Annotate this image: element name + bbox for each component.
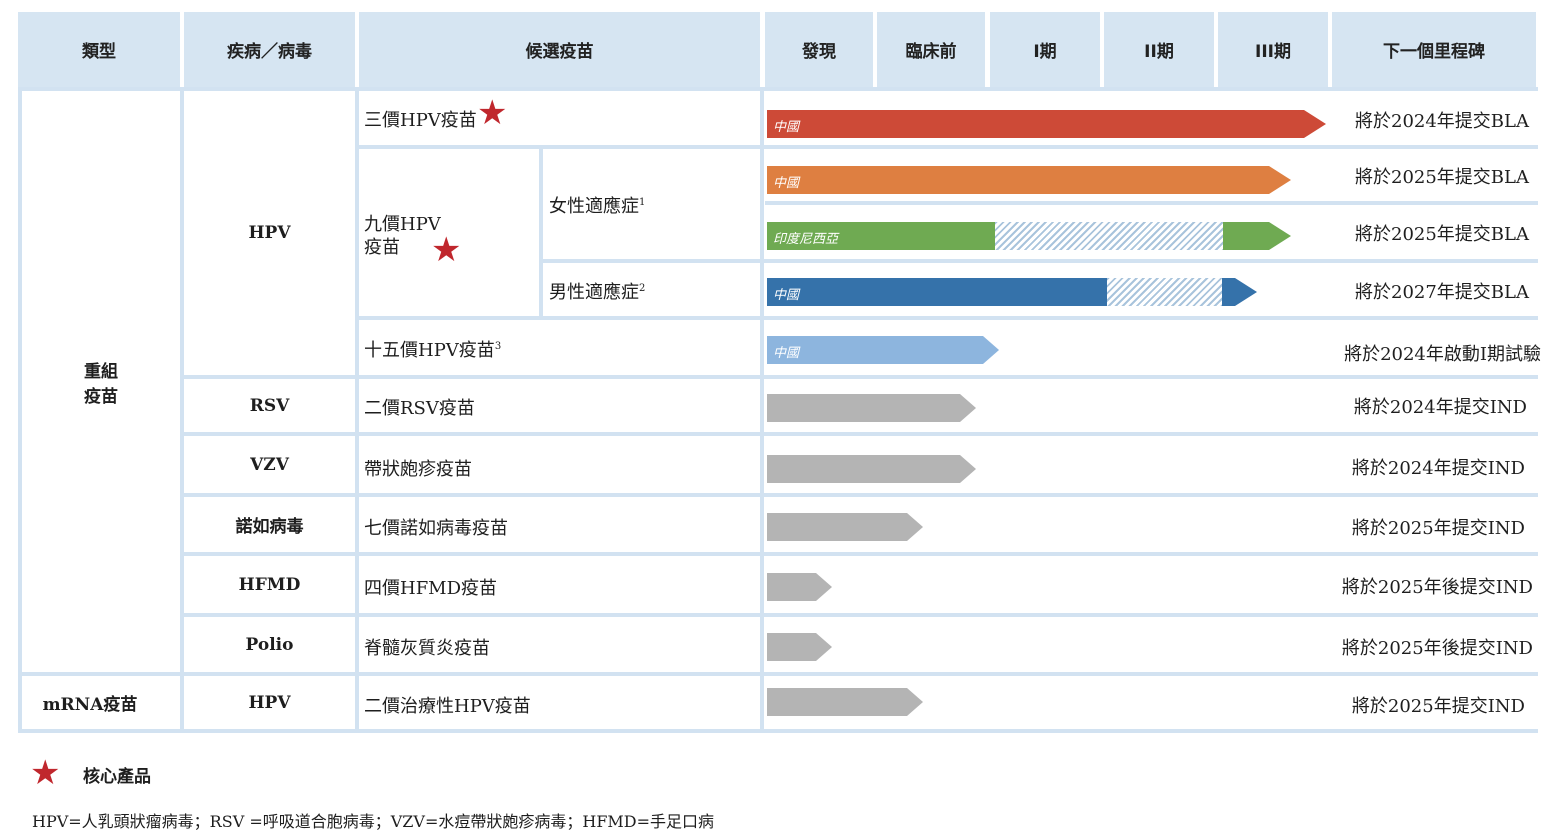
- disease-norovirus: 諾如病毒: [235, 517, 304, 537]
- grid-line: [359, 316, 1538, 320]
- candidate-hpv15-label: 十五價HPV疫苗: [364, 340, 495, 361]
- header-phase1: I期: [990, 12, 1100, 87]
- type-recombinant-line1: 重組: [84, 361, 118, 382]
- grid-line: [359, 145, 1538, 149]
- grid-line: [18, 729, 1538, 733]
- candidate-hpv9-female-label: 女性適應症: [549, 196, 639, 217]
- legend-core-product: 核心產品: [83, 767, 151, 787]
- header-discovery: 發現: [765, 12, 873, 87]
- progress-bar-hpv9-female-id: 印度尼西亞: [767, 222, 1291, 250]
- footnote-marker: 2: [639, 283, 646, 294]
- grid-line: [355, 87, 359, 733]
- progress-bar-polio: [767, 633, 832, 661]
- grid-line: [184, 613, 1538, 617]
- milestone-hpv9-male: 將於2027年提交BLA: [1355, 282, 1529, 303]
- header-phase2: II期: [1104, 12, 1214, 87]
- candidate-noro7: 七價諾如病毒疫苗: [364, 518, 508, 539]
- progress-bar-hfmd4: [767, 573, 832, 601]
- header-phase3: III期: [1218, 12, 1328, 87]
- milestone-therapeutic: 將於2025年提交IND: [1351, 696, 1525, 717]
- candidate-hfmd4: 四價HFMD疫苗: [364, 578, 498, 599]
- footnote-marker: 3: [494, 341, 502, 352]
- bar-label-region: 中國: [773, 120, 800, 135]
- bar-label-region: 中國: [773, 176, 800, 191]
- disease-rsv: RSV: [249, 395, 290, 416]
- progress-bar-hpv9-male: 中國: [767, 278, 1257, 306]
- candidate-zoster: 帶狀皰疹疫苗: [364, 459, 472, 480]
- abbreviation-footnote: HPV=人乳頭狀瘤病毒；RSV =呼吸道合胞病毒；VZV=水痘帶狀皰疹病毒；HF…: [32, 812, 715, 831]
- candidate-hpv9-male: 男性適應症2: [549, 278, 645, 304]
- grid-line: [760, 87, 764, 733]
- candidate-rsv2: 二價RSV疫苗: [364, 398, 475, 419]
- grid-line: [184, 375, 1538, 379]
- candidate-hpv15: 十五價HPV疫苗3: [364, 336, 501, 362]
- candidate-polio: 脊髓灰質炎疫苗: [364, 638, 490, 659]
- milestone-rsv2: 將於2024年提交IND: [1353, 397, 1527, 418]
- milestone-noro7: 將於2025年提交IND: [1351, 518, 1525, 539]
- grid-line: [765, 201, 1538, 205]
- disease-hpv: HPV: [248, 223, 291, 243]
- core-product-star-icon: ★: [477, 93, 508, 133]
- header-candidate: 候選疫苗: [359, 12, 760, 87]
- milestone-zoster: 將於2024年提交IND: [1351, 458, 1525, 479]
- candidate-hpv9-female: 女性適應症1: [549, 192, 645, 218]
- milestone-hpv3: 將於2024年提交BLA: [1355, 111, 1529, 132]
- header-preclinical: 臨床前: [877, 12, 985, 87]
- header-milestone: 下一個里程碑: [1332, 12, 1536, 87]
- candidate-therapeutic: 二價治療性HPV疫苗: [364, 696, 531, 717]
- header-type: 類型: [18, 12, 180, 87]
- core-product-star-icon: ★: [431, 230, 462, 270]
- candidate-hpv3: 三價HPV疫苗: [364, 110, 477, 131]
- grid-line: [543, 259, 1538, 263]
- bar-label-region: 印度尼西亞: [773, 232, 839, 247]
- milestone-polio: 將於2025年後提交IND: [1341, 638, 1533, 659]
- grid-line: [184, 432, 1538, 436]
- candidate-hpv9-line2: 疫苗: [364, 237, 400, 258]
- grid-line: [184, 493, 1538, 497]
- disease-hpv-mrna: HPV: [248, 692, 291, 713]
- bar-label-region: 中國: [773, 288, 800, 303]
- footnote-marker: 1: [639, 197, 646, 208]
- header-disease: 疾病／病毒: [184, 12, 355, 87]
- milestone-hfmd4: 將於2025年後提交IND: [1341, 577, 1533, 598]
- progress-bar-hpv3: 中國: [767, 110, 1326, 138]
- grid-line: [539, 145, 543, 320]
- progress-bar-hpv9-female-cn: 中國: [767, 166, 1291, 194]
- progress-bar-therapeutic: [767, 688, 923, 716]
- milestone-hpv9-female-cn: 將於2025年提交BLA: [1355, 167, 1529, 188]
- progress-bar-zoster: [767, 455, 976, 483]
- disease-hfmd: HFMD: [238, 574, 301, 595]
- progress-bar-noro7: [767, 513, 923, 541]
- progress-bar-hpv15: 中國: [767, 336, 999, 364]
- type-recombinant-line2: 疫苗: [84, 386, 118, 407]
- candidate-hpv9-male-label: 男性適應症: [549, 282, 639, 303]
- milestone-hpv9-female-id: 將於2025年提交BLA: [1355, 224, 1529, 245]
- legend-star-icon: ★: [30, 753, 61, 793]
- progress-bar-rsv2: [767, 394, 976, 422]
- disease-polio: Polio: [245, 634, 294, 655]
- disease-vzv: VZV: [250, 454, 289, 475]
- type-recombinant: 重組 疫苗: [22, 91, 180, 672]
- grid-line: [184, 552, 1538, 556]
- bar-label-region: 中國: [773, 346, 800, 361]
- milestone-hpv15: 將於2024年啟動I期試驗: [1344, 344, 1541, 365]
- type-mrna: mRNA疫苗: [42, 695, 138, 715]
